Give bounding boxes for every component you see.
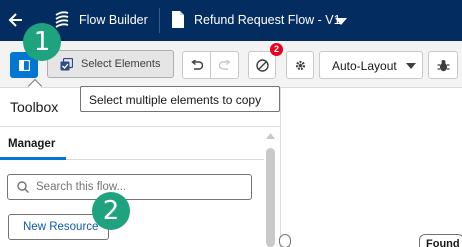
flow-file-icon bbox=[172, 11, 184, 28]
step-marker-2: 2 bbox=[92, 192, 130, 230]
chevron-down-icon[interactable] bbox=[335, 18, 347, 25]
search-icon bbox=[17, 181, 29, 193]
canvas-connector-node[interactable] bbox=[279, 234, 291, 247]
new-resource-label: New Resource bbox=[23, 221, 99, 233]
select-elements-tooltip: Select multiple elements to copy bbox=[80, 86, 280, 112]
tooltip-text: Select multiple elements to copy bbox=[89, 93, 262, 107]
search-flow-input[interactable]: Search this flow... bbox=[7, 174, 252, 200]
select-elements-label: Select Elements bbox=[81, 58, 161, 70]
layout-mode-select[interactable]: Auto-Layout bbox=[319, 51, 423, 79]
settings-button[interactable] bbox=[286, 51, 314, 79]
back-arrow-icon[interactable] bbox=[8, 11, 24, 29]
undo-icon bbox=[191, 60, 203, 70]
toggle-panel-icon bbox=[19, 60, 30, 71]
flow-canvas[interactable] bbox=[282, 88, 462, 247]
toolbox-title: Toolbox bbox=[10, 99, 59, 115]
no-entry-icon bbox=[256, 59, 269, 72]
flow-builder-logo-icon bbox=[55, 11, 69, 28]
step-marker-1: 1 bbox=[23, 23, 61, 61]
undo-button[interactable] bbox=[182, 51, 211, 79]
select-elements-icon bbox=[60, 58, 73, 71]
toolbox-divider bbox=[0, 126, 281, 127]
flow-title[interactable]: Refund Request Flow - V1 bbox=[194, 13, 341, 27]
builder-toolbar: Select Elements Auto-Layout bbox=[0, 41, 462, 88]
scroll-up-arrow-icon[interactable] bbox=[266, 133, 275, 139]
debug-button[interactable] bbox=[428, 51, 458, 79]
active-tab-indicator bbox=[0, 157, 66, 160]
errors-warnings-button[interactable] bbox=[248, 51, 276, 79]
error-count-badge: 2 bbox=[270, 43, 283, 56]
redo-icon bbox=[219, 60, 231, 70]
select-elements-button[interactable]: Select Elements bbox=[47, 50, 174, 78]
flow-element-label: Found r bbox=[426, 238, 462, 247]
top-header: Flow Builder Refund Request Flow - V1 bbox=[0, 0, 462, 41]
flow-element-node[interactable]: Found r bbox=[419, 234, 462, 247]
chevron-down-icon bbox=[406, 63, 416, 69]
app-title: Flow Builder bbox=[79, 13, 148, 27]
header-divider bbox=[159, 8, 160, 33]
redo-button[interactable] bbox=[210, 51, 239, 79]
scrollbar-thumb[interactable] bbox=[266, 148, 275, 247]
debug-icon bbox=[437, 60, 450, 72]
layout-mode-value: Auto-Layout bbox=[332, 59, 397, 73]
tab-manager[interactable]: Manager bbox=[8, 138, 55, 150]
gear-icon bbox=[295, 60, 306, 71]
